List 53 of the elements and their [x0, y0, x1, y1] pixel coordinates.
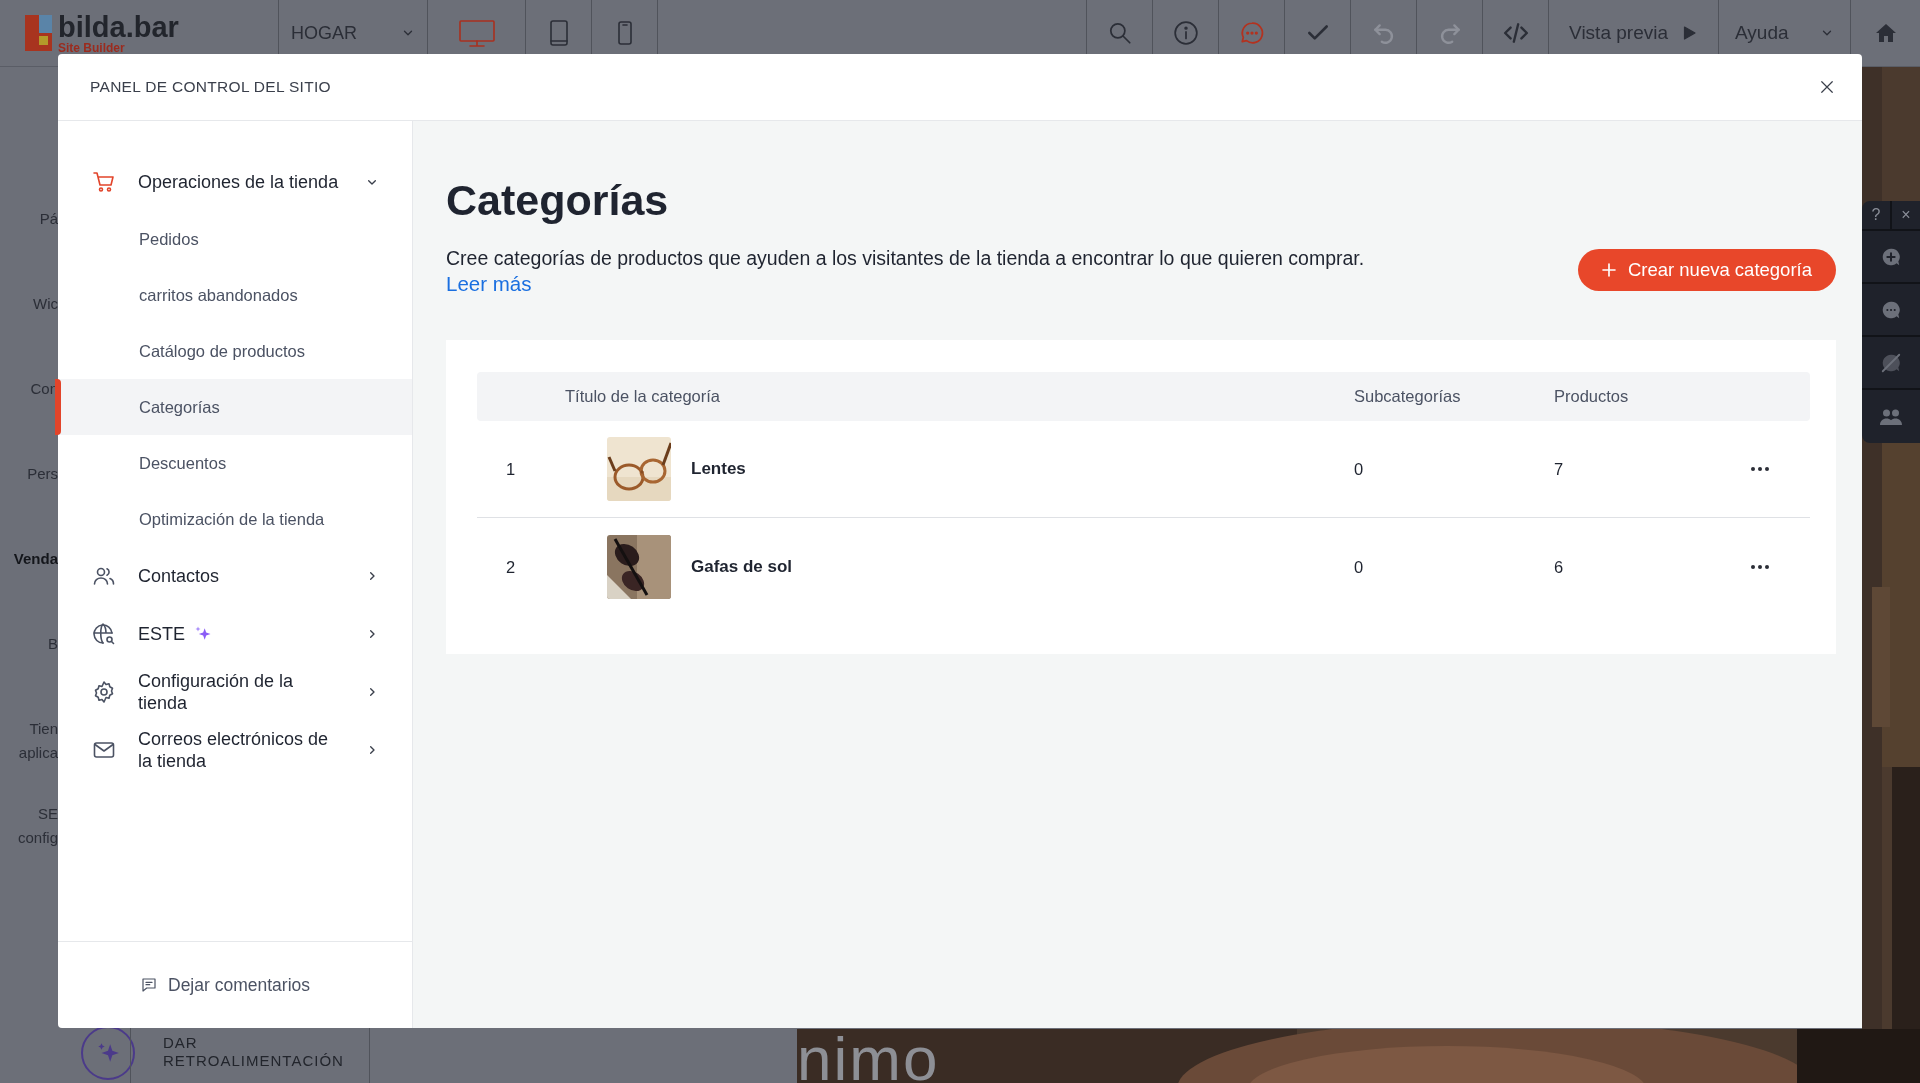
sidebar-item[interactable]: carritos abandonados — [58, 267, 412, 323]
gear-icon — [92, 680, 116, 704]
code-icon — [1502, 20, 1529, 46]
learn-more-link[interactable]: Leer más — [446, 272, 532, 295]
table-cell-text: 7 — [1554, 459, 1565, 479]
category-title: Lentes — [691, 459, 746, 479]
globe-search-icon — [92, 622, 116, 646]
column-header: Subcategorías — [1354, 387, 1462, 406]
close-icon — [1818, 78, 1836, 96]
dialog-title: PANEL DE CONTROL DEL SITIO — [90, 78, 331, 96]
rail-label[interactable]: SE config — [17, 802, 58, 887]
rail-label[interactable]: B — [48, 632, 58, 717]
logo-tagline: Site Builder — [58, 41, 126, 54]
table-cell-text: 6 — [1554, 557, 1565, 577]
table-cell-text: 0 — [1354, 557, 1365, 577]
sidebar-item[interactable]: Contactos — [58, 547, 412, 605]
comment-icon — [140, 976, 158, 994]
desktop-icon — [456, 18, 497, 48]
create-category-button[interactable]: Crear nueva categoría — [1577, 249, 1836, 291]
row-number: 1 — [506, 459, 516, 478]
table-cell-text: 0 — [1354, 459, 1365, 479]
description: Cree categorías de productos que ayuden a los visitantes de la tienda a encontrar lo que quieren comprar. — [446, 246, 1365, 271]
sidebar-item[interactable]: Descuentos — [58, 435, 412, 491]
site-heading: nimo — [797, 1028, 940, 1083]
category-title: Gafas de sol — [691, 557, 793, 577]
logo-name: bilda.bar — [58, 12, 179, 42]
chat-bubble-icon — [1238, 20, 1265, 46]
sidebar-item[interactable]: Catálogo de productos — [58, 323, 412, 379]
rail-label[interactable]: Pá — [39, 207, 58, 292]
page-title: Categorías — [446, 179, 670, 222]
sidebar-item[interactable]: Operaciones de la tienda — [58, 153, 412, 211]
column-header: Productos — [1554, 387, 1630, 406]
sidebar-item[interactable]: Pedidos — [58, 211, 412, 267]
rail-label[interactable]: Wic — [33, 292, 58, 377]
more-icon — [1750, 564, 1770, 570]
sidebar-item[interactable]: Correos electrónicos de la tienda — [58, 721, 412, 779]
logo-icon — [25, 15, 52, 51]
sidebar-item[interactable]: Optimización de la tienda — [58, 491, 412, 547]
rail-label[interactable]: Venda — [13, 547, 58, 632]
rail-label[interactable]: Pers — [27, 462, 58, 547]
feedback-label[interactable]: DAR RETROALIMENTACIÓN — [163, 1034, 343, 1070]
close-button[interactable] — [1818, 78, 1836, 96]
column-header: Título de la categoría — [565, 387, 721, 406]
more-icon — [1750, 466, 1770, 472]
feedback-link[interactable]: Dejar comentarios — [140, 974, 310, 996]
sidebar-item[interactable]: Categorías — [58, 379, 412, 435]
info-icon — [1172, 20, 1199, 46]
cart-icon — [92, 170, 116, 194]
row-number: 2 — [506, 557, 516, 576]
sidebar-item[interactable]: ESTE — [58, 605, 412, 663]
plus-icon — [1599, 261, 1618, 279]
sidebar-item[interactable]: Configuración de la tienda — [58, 663, 412, 721]
rail-label[interactable]: Tien aplica — [18, 717, 58, 802]
